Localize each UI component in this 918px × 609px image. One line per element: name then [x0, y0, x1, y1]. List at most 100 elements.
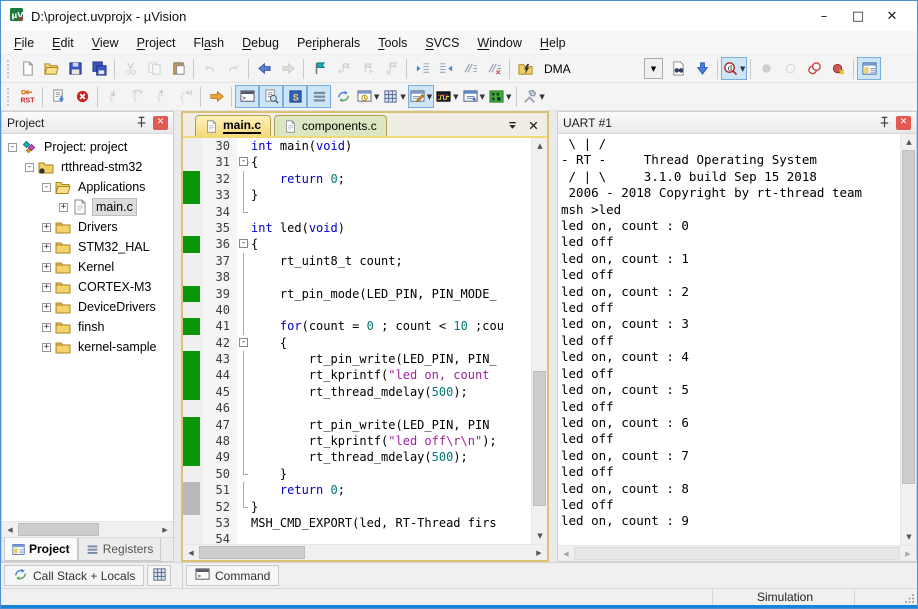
collapse-icon[interactable]: - [8, 143, 17, 152]
menu-file[interactable]: File [5, 33, 43, 53]
uart-output[interactable]: \ | / - RT - Thread Operating System / |… [558, 134, 900, 545]
dropdown-arrow-icon[interactable]: ▼ [374, 93, 379, 101]
uart-hscrollbar[interactable]: ◀ ▶ [558, 545, 916, 561]
dropdown-arrow-icon[interactable]: ▼ [400, 93, 405, 101]
target-select-dropdown-icon[interactable]: ▼ [644, 58, 663, 79]
expand-icon[interactable]: + [42, 283, 51, 292]
tree-item-drivers[interactable]: +Drivers [2, 217, 173, 237]
menu-help[interactable]: Help [531, 33, 575, 53]
uart-panel-close-icon[interactable]: ✕ [896, 116, 911, 130]
system-viewer-button[interactable]: ▼ [461, 85, 487, 108]
menu-peripherals[interactable]: Peripherals [288, 33, 369, 53]
tab-project[interactable]: Project [4, 538, 78, 561]
copy-button[interactable] [142, 57, 166, 80]
save-all-button[interactable] [87, 57, 111, 80]
indent-button[interactable] [410, 57, 434, 80]
outdent-button[interactable] [434, 57, 458, 80]
tree-item-kernel[interactable]: +Kernel [2, 257, 173, 277]
tree-item-devicedrivers[interactable]: +DeviceDrivers [2, 297, 173, 317]
toolbox-button[interactable]: ▼ [487, 85, 513, 108]
tab-list-icon[interactable] [506, 119, 519, 132]
symbols-window-button[interactable]: S [283, 85, 307, 108]
menu-flash[interactable]: Flash [185, 33, 234, 53]
cut-button[interactable] [118, 57, 142, 80]
splitter-right[interactable] [549, 111, 557, 562]
analysis-window-button[interactable]: ▼ [434, 85, 460, 108]
tree-item-main-c[interactable]: +main.c [2, 197, 173, 217]
navigate-forward-button[interactable] [276, 57, 300, 80]
find-in-files-button[interactable] [666, 57, 690, 80]
scroll-down-icon[interactable]: ▼ [532, 528, 547, 544]
reset-cpu-button[interactable]: RST [15, 85, 39, 108]
close-document-icon[interactable] [527, 119, 540, 132]
navigate-back-button[interactable] [252, 57, 276, 80]
run-button[interactable] [204, 85, 228, 108]
browse-symbols-button[interactable]: d▼ [721, 57, 747, 80]
registers-window-button[interactable] [307, 85, 331, 108]
menu-view[interactable]: View [83, 33, 128, 53]
scroll-up-icon[interactable]: ▲ [901, 134, 916, 150]
fold-collapse-icon[interactable]: - [237, 154, 251, 170]
tree-item-stm32-hal[interactable]: +STM32_HAL [2, 237, 173, 257]
dropdown-arrow-icon[interactable]: ▼ [480, 93, 485, 101]
disassembly-window-button[interactable] [259, 85, 283, 108]
scroll-right-icon[interactable]: ▶ [900, 546, 916, 562]
dropdown-arrow-icon[interactable]: ▼ [539, 93, 544, 101]
serial-window-button[interactable]: ▼ [408, 85, 434, 108]
splitter-left[interactable] [174, 111, 181, 562]
open-file-button[interactable] [39, 57, 63, 80]
editor-vscrollbar[interactable]: ▲ ▼ [531, 138, 547, 544]
scroll-left-icon[interactable]: ◀ [183, 545, 199, 561]
dropdown-arrow-icon[interactable]: ▼ [740, 65, 745, 73]
project-window-toggle-button[interactable] [857, 57, 881, 80]
collapse-icon[interactable]: - [25, 163, 34, 172]
disable-all-breakpoints-button[interactable] [802, 57, 826, 80]
tab-call-stack-locals[interactable]: Call Stack + Locals [4, 565, 144, 586]
comment-selection-button[interactable] [458, 57, 482, 80]
scroll-right-icon[interactable]: ▶ [157, 522, 173, 538]
scroll-down-icon[interactable]: ▼ [901, 529, 916, 545]
tree-item-cortex-m3[interactable]: +CORTEX-M3 [2, 277, 173, 297]
code-area[interactable]: 30int main(void)31-{32 return 0;33}3435i… [183, 138, 531, 544]
step-into-button[interactable]: { } [101, 85, 125, 108]
memory-window-button[interactable] [147, 565, 171, 586]
editor-tab-components-c[interactable]: components.c [274, 115, 387, 136]
watch-window-button[interactable]: ▼ [355, 85, 381, 108]
expand-icon[interactable]: + [42, 223, 51, 232]
pin-icon[interactable] [133, 115, 149, 130]
memory-window-button[interactable]: ▼ [381, 85, 407, 108]
tree-item-applications[interactable]: -Applications [2, 177, 173, 197]
undo-button[interactable] [197, 57, 221, 80]
debug-settings-button[interactable]: ▼ [520, 85, 546, 108]
next-bookmark-button[interactable] [355, 57, 379, 80]
menu-svcs[interactable]: SVCS [416, 33, 468, 53]
flash-download-button[interactable] [513, 57, 537, 80]
call-stack-window-button[interactable] [331, 85, 355, 108]
menu-window[interactable]: Window [468, 33, 530, 53]
toolbar-grip[interactable] [7, 60, 12, 78]
editor-tab-main-c[interactable]: main.c [195, 115, 271, 136]
uart-vscrollbar[interactable]: ▲ ▼ [900, 134, 916, 545]
uncomment-selection-button[interactable] [482, 57, 506, 80]
command-window-button[interactable]: >_ [235, 85, 259, 108]
scroll-thumb[interactable] [574, 547, 900, 560]
save-button[interactable] [63, 57, 87, 80]
step-over-button[interactable]: { } [125, 85, 149, 108]
resize-grip[interactable] [900, 589, 917, 605]
fold-collapse-icon[interactable]: - [237, 335, 251, 351]
scroll-thumb[interactable] [199, 546, 305, 559]
tab-registers[interactable]: Registers [78, 538, 162, 561]
new-file-button[interactable] [15, 57, 39, 80]
tab-command[interactable]: >_ Command [186, 565, 279, 586]
dropdown-arrow-icon[interactable]: ▼ [506, 93, 511, 101]
enable-disable-breakpoint-button[interactable] [778, 57, 802, 80]
step-out-button[interactable]: { } [149, 85, 173, 108]
scroll-thumb[interactable] [533, 371, 546, 506]
close-button[interactable]: ✕ [875, 3, 909, 29]
dropdown-arrow-icon[interactable]: ▼ [427, 93, 432, 101]
tree-item-rtthread-stm32[interactable]: -rtthread-stm32 [2, 157, 173, 177]
redo-button[interactable] [221, 57, 245, 80]
project-hscrollbar[interactable]: ◀ ▶ [2, 521, 173, 537]
tree-item-project-project[interactable]: -Project: project [2, 137, 173, 157]
scroll-left-icon[interactable]: ◀ [558, 546, 574, 562]
